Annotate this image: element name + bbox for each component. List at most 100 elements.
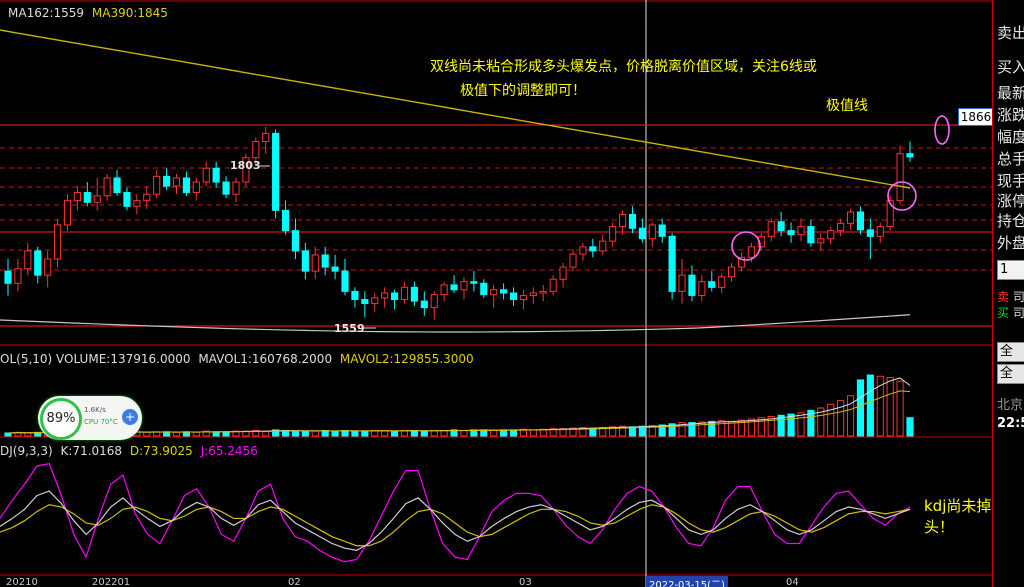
candle-body [212,167,220,183]
volume-bar [351,430,359,437]
candle-body [182,177,190,194]
sidebar-item-sell: 卖出 [997,24,1024,42]
candle-body [846,211,855,224]
candle-body [579,246,587,255]
candle-body [440,284,448,296]
volume-bar [896,380,904,437]
kdj-j-line [0,463,911,563]
ma390-line [0,29,911,189]
candle-body [648,224,656,240]
volume-bar [837,400,845,437]
ma390-label: MA390:1845 [91,6,168,20]
x-axis-label-4: 03 [519,577,532,587]
annotation-main-line2: 极值下的调整即可！ [460,83,586,99]
candle-body [519,294,528,300]
volume-bar [430,430,438,437]
volume-bar [460,430,468,437]
volume-bar [688,422,696,437]
volume-bar [192,431,200,437]
sell-label-text: 卖 [997,290,1010,304]
volume-bar [410,430,418,437]
clock-label: 22:5 [997,416,1024,431]
candle-body [509,292,518,300]
volume-bar [718,420,726,437]
candle-body [430,294,438,309]
candle-body [827,230,835,240]
volume-bar [846,395,855,437]
candle-body [837,222,845,232]
volume-bar [440,430,448,437]
volume-bar [222,431,230,437]
volume-bar [757,417,765,437]
annotation-main-line1: 双线尚未粘合形成多头爆发点，价格脱离价值区域，关注6线或 [430,59,817,75]
highlight-circle-3 [934,115,950,145]
quantity-input[interactable]: 1 [997,260,1024,280]
kdj-d-label: D:73.9025 [129,444,193,458]
candle-body [351,290,359,300]
candle-body [222,181,230,195]
candle-body [192,181,200,194]
buy-label: 买 司 [997,304,1024,321]
candle-body [93,195,101,203]
volume-bar [291,430,300,437]
candle-layer [4,126,914,320]
candle-body [143,193,151,202]
candle-body [301,250,309,272]
volume-bar [529,429,537,437]
kdj-k-label: K:71.0168 [60,444,123,458]
candle-body [44,258,52,276]
candle-body [410,286,418,302]
sidebar-item-buy: 买入 [997,58,1024,76]
candle-body [618,213,627,228]
candle-body [658,224,666,237]
candle-body [678,274,686,292]
kdj-title: DJ(9,3,3) [0,444,53,458]
full-buy-button[interactable]: 全 [997,342,1024,362]
sidebar-item-latest: 最新 [997,84,1024,102]
candle-body [390,292,399,300]
volume-bar [509,429,518,437]
candle-body [708,281,716,288]
ma-header: MA162:1559 MA390:1845 [8,6,168,20]
candle-body [718,276,726,288]
kdj-j-label: J:65.2456 [200,444,258,458]
current-price-tag: 1866 [958,108,994,126]
candle-body [817,238,825,244]
volume-header: OL(5,10) VOLUME:137916.0000 MAVOL1:16076… [0,352,474,366]
volume-bar [708,420,716,437]
full-sell-button[interactable]: 全 [997,364,1024,384]
candle-body [500,289,508,294]
candle-body [668,235,676,292]
candle-body [569,253,577,268]
volume-bar [856,379,865,437]
candle-body [331,266,339,272]
volume-bar [787,413,795,437]
candle-body [291,230,300,252]
volume-bar [390,430,399,437]
volume-bar [698,421,706,437]
quote-sidebar: 卖出 买入 最新 涨跌 幅度 总手 现手 涨停 持仓 外盘 1 卖 司 买 司 … [992,0,1024,587]
mavol1-label: MAVOL1:160768.2000 [198,352,333,366]
candle-body [529,292,537,296]
candle-body [311,254,319,272]
candle-body [232,181,240,195]
candle-body [767,221,775,237]
highlight-circle-1 [731,231,761,261]
boost-button[interactable]: + [122,409,138,425]
volume-bar [172,431,181,437]
candle-body [609,226,617,242]
candle-body [797,226,805,236]
candle-body [480,282,488,296]
high-price-label: 1803 [230,159,261,172]
annotation-kdj-line1: kdj尚未掉 [924,497,992,515]
volume-bar [797,412,805,437]
sidebar-item-total-volume: 总手 [997,150,1024,168]
cpu-monitor-widget[interactable]: 89% 1.6K/s CPU 70°C + [38,396,142,440]
annotation-extreme-line: 极值线 [826,98,868,114]
buy-value: 司 [1012,306,1024,320]
ma162-line [0,314,911,333]
candle-body [133,200,141,207]
candle-body [698,281,706,296]
candle-body [262,132,270,143]
sidebar-item-change: 涨跌 [997,106,1024,124]
